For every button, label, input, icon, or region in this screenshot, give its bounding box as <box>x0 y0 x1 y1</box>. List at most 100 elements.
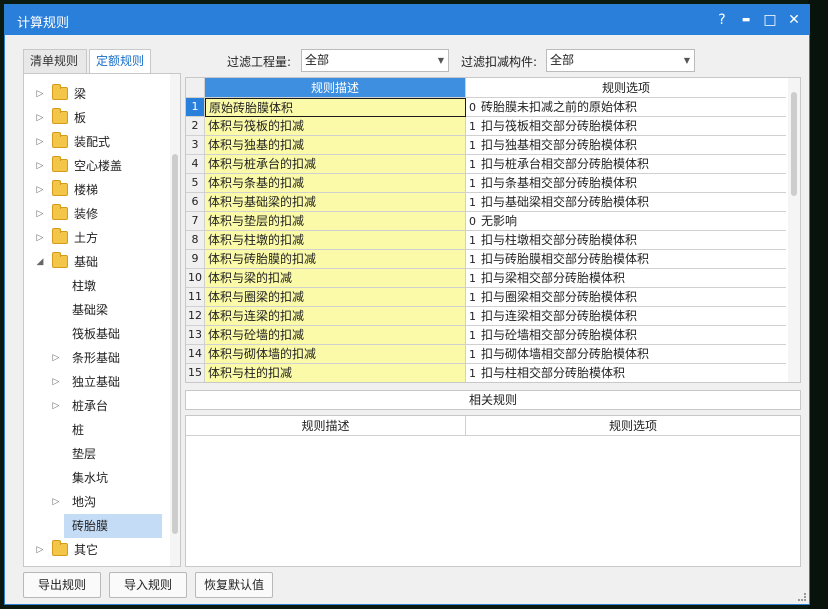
table-row[interactable]: 8 体积与柱墩的扣减 1 扣与柱墩相交部分砖胎模体积 <box>186 231 786 250</box>
tree-item[interactable]: ▷ 装修 <box>24 202 170 226</box>
collapsed-arrow-icon[interactable]: ▷ <box>50 394 62 418</box>
table-row[interactable]: 3 体积与独基的扣减 1 扣与独基相交部分砖胎模体积 <box>186 136 786 155</box>
maximize-icon[interactable]: □ <box>759 9 781 31</box>
rule-desc-cell[interactable]: 体积与桩承台的扣减 <box>205 155 466 174</box>
rule-option-cell[interactable]: 1 扣与桩承台相交部分砖胎模体积 <box>466 155 786 174</box>
collapsed-arrow-icon[interactable]: ▷ <box>34 154 46 178</box>
tree-item[interactable]: 基础梁 <box>64 298 162 322</box>
rule-option-cell[interactable]: 1 扣与筏板相交部分砖胎模体积 <box>466 117 786 136</box>
row-index[interactable]: 15 <box>186 364 205 382</box>
row-index[interactable]: 9 <box>186 250 205 269</box>
rule-option-cell[interactable]: 1 扣与砖胎膜相交部分砖胎模体积 <box>466 250 786 269</box>
rule-option-cell[interactable]: 1 扣与独基相交部分砖胎模体积 <box>466 136 786 155</box>
table-row[interactable]: 2 体积与筏板的扣减 1 扣与筏板相交部分砖胎模体积 <box>186 117 786 136</box>
restore-defaults-button[interactable]: 恢复默认值 <box>195 572 273 598</box>
related-header-option[interactable]: 规则选项 <box>466 416 800 436</box>
rule-desc-cell[interactable]: 体积与柱的扣减 <box>205 364 466 382</box>
collapsed-arrow-icon[interactable]: ▷ <box>34 130 46 154</box>
tree-item[interactable]: ▷ 条形基础 <box>53 346 162 370</box>
rule-desc-cell[interactable]: 体积与柱墩的扣减 <box>205 231 466 250</box>
grid-scrollbar[interactable] <box>788 78 800 382</box>
rule-option-cell[interactable]: 1 扣与梁相交部分砖胎模体积 <box>466 269 786 288</box>
rule-desc-cell[interactable]: 体积与条基的扣减 <box>205 174 466 193</box>
table-row[interactable]: 15 体积与柱的扣减 1 扣与柱相交部分砖胎模体积 <box>186 364 786 382</box>
collapsed-arrow-icon[interactable]: ▷ <box>50 370 62 394</box>
table-row[interactable]: 9 体积与砖胎膜的扣减 1 扣与砖胎膜相交部分砖胎模体积 <box>186 250 786 269</box>
rule-desc-cell[interactable]: 体积与砼墙的扣减 <box>205 326 466 345</box>
tree-item[interactable]: 桩 <box>64 418 162 442</box>
related-header-desc[interactable]: 规则描述 <box>186 416 466 436</box>
collapsed-arrow-icon[interactable]: ▷ <box>34 178 46 202</box>
row-index[interactable]: 13 <box>186 326 205 345</box>
rule-option-cell[interactable]: 1 扣与圈梁相交部分砖胎模体积 <box>466 288 786 307</box>
rule-desc-cell[interactable]: 体积与筏板的扣减 <box>205 117 466 136</box>
table-row[interactable]: 13 体积与砼墙的扣减 1 扣与砼墙相交部分砖胎模体积 <box>186 326 786 345</box>
minimize-icon[interactable]: ▬ <box>735 9 757 31</box>
rule-desc-cell[interactable]: 体积与连梁的扣减 <box>205 307 466 326</box>
row-index[interactable]: 14 <box>186 345 205 364</box>
row-index[interactable]: 10 <box>186 269 205 288</box>
rule-desc-cell[interactable]: 原始砖胎膜体积 <box>205 98 466 117</box>
tree-scrollbar[interactable] <box>170 74 180 566</box>
collapsed-arrow-icon[interactable]: ▷ <box>34 226 46 250</box>
tree-item[interactable]: ◢ 基础 <box>24 250 170 274</box>
tree-item[interactable]: ▷ 独立基础 <box>53 370 162 394</box>
row-index[interactable]: 2 <box>186 117 205 136</box>
rule-option-cell[interactable]: 1 扣与柱相交部分砖胎模体积 <box>466 364 786 382</box>
rule-desc-cell[interactable]: 体积与圈梁的扣减 <box>205 288 466 307</box>
row-index[interactable]: 1 <box>186 98 205 117</box>
rule-desc-cell[interactable]: 体积与砌体墙的扣减 <box>205 345 466 364</box>
row-index[interactable]: 3 <box>186 136 205 155</box>
rule-option-cell[interactable]: 0 砖胎膜未扣减之前的原始体积 <box>466 98 786 117</box>
collapsed-arrow-icon[interactable]: ▷ <box>34 202 46 226</box>
row-index[interactable]: 11 <box>186 288 205 307</box>
table-row[interactable]: 10 体积与梁的扣减 1 扣与梁相交部分砖胎模体积 <box>186 269 786 288</box>
help-icon[interactable]: ? <box>711 9 733 31</box>
tree-item[interactable]: ▷ 地沟 <box>53 490 162 514</box>
table-row[interactable]: 12 体积与连梁的扣减 1 扣与连梁相交部分砖胎模体积 <box>186 307 786 326</box>
collapsed-arrow-icon[interactable]: ▷ <box>50 490 62 514</box>
row-index[interactable]: 12 <box>186 307 205 326</box>
rule-option-cell[interactable]: 0 无影响 <box>466 212 786 231</box>
row-index[interactable]: 4 <box>186 155 205 174</box>
tree-item[interactable]: ▷ 装配式 <box>24 130 170 154</box>
rule-option-cell[interactable]: 1 扣与连梁相交部分砖胎模体积 <box>466 307 786 326</box>
tree-item[interactable]: 垫层 <box>64 442 162 466</box>
export-rules-button[interactable]: 导出规则 <box>23 572 101 598</box>
rule-option-cell[interactable]: 1 扣与条基相交部分砖胎模体积 <box>466 174 786 193</box>
collapsed-arrow-icon[interactable]: ▷ <box>50 346 62 370</box>
rule-desc-cell[interactable]: 体积与基础梁的扣减 <box>205 193 466 212</box>
row-index[interactable]: 5 <box>186 174 205 193</box>
tree-item[interactable]: ▷ 梁 <box>24 82 170 106</box>
tree-item[interactable]: ▷ 板 <box>24 106 170 130</box>
table-row[interactable]: 7 体积与垫层的扣减 0 无影响 <box>186 212 786 231</box>
tree-item[interactable]: ▷ 楼梯 <box>24 178 170 202</box>
rule-desc-cell[interactable]: 体积与梁的扣减 <box>205 269 466 288</box>
collapsed-arrow-icon[interactable]: ▷ <box>34 82 46 106</box>
resize-grip-icon[interactable] <box>798 593 806 601</box>
tab-bill-rules[interactable]: 清单规则 <box>23 49 87 73</box>
tree-item[interactable]: 柱墩 <box>64 274 162 298</box>
tree-scrollbar-thumb[interactable] <box>172 154 178 534</box>
import-rules-button[interactable]: 导入规则 <box>109 572 187 598</box>
rule-option-cell[interactable]: 1 扣与基础梁相交部分砖胎模体积 <box>466 193 786 212</box>
row-index[interactable]: 6 <box>186 193 205 212</box>
rule-desc-cell[interactable]: 体积与垫层的扣减 <box>205 212 466 231</box>
tree-item[interactable]: ▷ 空心楼盖 <box>24 154 170 178</box>
grid-scrollbar-thumb[interactable] <box>791 92 797 196</box>
tree-item[interactable]: 集水坑 <box>64 466 162 490</box>
tree-item[interactable]: ▷ 其它 <box>24 538 170 562</box>
rule-option-cell[interactable]: 1 扣与柱墩相交部分砖胎模体积 <box>466 231 786 250</box>
table-row[interactable]: 1 原始砖胎膜体积 0 砖胎膜未扣减之前的原始体积 <box>186 98 786 117</box>
table-row[interactable]: 4 体积与桩承台的扣减 1 扣与桩承台相交部分砖胎模体积 <box>186 155 786 174</box>
filter-quantity-select[interactable]: 全部 ▼ <box>301 49 449 72</box>
tree-item[interactable]: ▷ 桩承台 <box>53 394 162 418</box>
rule-option-cell[interactable]: 1 扣与砌体墙相交部分砖胎模体积 <box>466 345 786 364</box>
tab-quota-rules[interactable]: 定额规则 <box>89 49 151 73</box>
table-row[interactable]: 14 体积与砌体墙的扣减 1 扣与砌体墙相交部分砖胎模体积 <box>186 345 786 364</box>
filter-deduct-select[interactable]: 全部 ▼ <box>546 49 695 72</box>
rule-desc-cell[interactable]: 体积与砖胎膜的扣减 <box>205 250 466 269</box>
rule-option-cell[interactable]: 1 扣与砼墙相交部分砖胎模体积 <box>466 326 786 345</box>
collapsed-arrow-icon[interactable]: ▷ <box>34 106 46 130</box>
row-index[interactable]: 7 <box>186 212 205 231</box>
